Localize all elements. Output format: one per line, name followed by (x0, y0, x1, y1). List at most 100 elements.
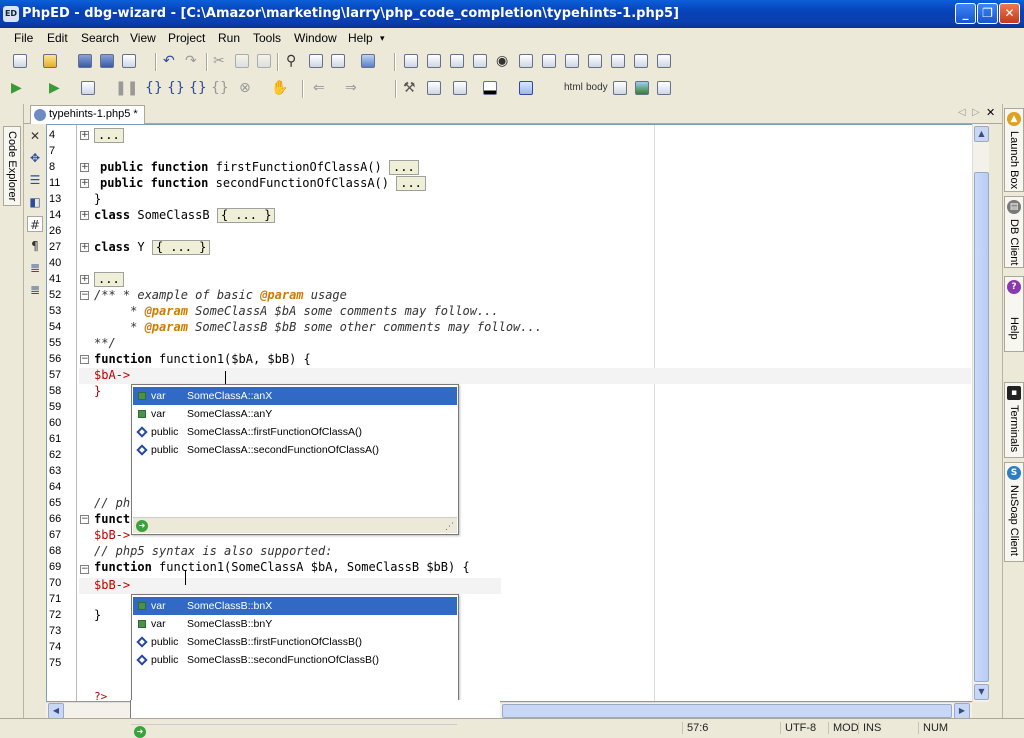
copy-icon[interactable] (234, 53, 250, 69)
menu-chevron-icon[interactable]: ▾ (380, 33, 385, 44)
fold-plus-icon[interactable]: + (80, 275, 89, 284)
run-to-cursor-icon[interactable]: {} (210, 80, 229, 96)
code-completion-popup[interactable]: var SomeClassA::anX var SomeClassA::anY … (131, 384, 459, 535)
list-icon[interactable]: ☰ (27, 172, 43, 188)
collapsed-block[interactable]: { ... } (151, 240, 211, 255)
completion-item[interactable]: var SomeClassB::bnY (133, 615, 457, 633)
redo-icon[interactable]: ↷ (184, 53, 200, 69)
completion-item[interactable]: var SomeClassB::bnX (133, 597, 457, 615)
html-tool-7-icon[interactable] (541, 53, 557, 69)
terminals-tab[interactable]: ▪ Terminals (1004, 382, 1024, 458)
completion-item[interactable]: public SomeClassB::secondFunctionOfClass… (133, 651, 457, 669)
find-icon[interactable]: ⚲ (285, 53, 301, 69)
fold-minus-icon[interactable]: − (80, 565, 89, 574)
html-tag-button[interactable]: html (564, 82, 583, 93)
tab-next-icon[interactable]: ▷ (972, 107, 980, 118)
fold-minus-icon[interactable]: − (80, 291, 89, 300)
menu-view[interactable]: View (130, 31, 156, 45)
completion-item[interactable]: public SomeClassA::secondFunctionOfClass… (133, 441, 457, 459)
html-tool-8-icon[interactable] (564, 53, 580, 69)
line-numbers-icon[interactable]: # (27, 216, 43, 232)
replace-icon[interactable] (330, 53, 346, 69)
menu-project[interactable]: Project (168, 31, 205, 45)
forward-icon[interactable]: ⇒ (344, 80, 360, 96)
pause-icon[interactable]: ❚❚ (114, 80, 138, 96)
fold-plus-icon[interactable]: + (80, 211, 89, 220)
scroll-right-icon[interactable]: ▶ (954, 703, 970, 719)
expand-icon[interactable]: ✥ (27, 150, 43, 166)
html-tool-6-icon[interactable] (518, 53, 534, 69)
collapsed-block[interactable]: ... (396, 176, 426, 191)
scroll-thumb[interactable] (974, 172, 989, 682)
step-over-icon[interactable]: {} (166, 80, 185, 96)
tools-icon[interactable]: ⚒ (402, 80, 418, 96)
fold-minus-icon[interactable]: − (80, 355, 89, 364)
menu-run[interactable]: Run (218, 31, 240, 45)
html-tool-11-icon[interactable] (633, 53, 649, 69)
cut-icon[interactable]: ✂ (212, 53, 228, 69)
help-tab[interactable]: ? Help (1004, 276, 1024, 352)
menu-file[interactable]: File (14, 31, 33, 45)
launch-box-tab[interactable]: ▲ Launch Box (1004, 108, 1024, 192)
image-icon[interactable] (634, 80, 650, 96)
find-files-icon[interactable] (308, 53, 324, 69)
menu-window[interactable]: Window (294, 31, 337, 45)
save-all-icon[interactable] (99, 53, 115, 69)
scroll-up-icon[interactable]: ▲ (974, 126, 989, 142)
fold-minus-icon[interactable]: − (80, 515, 89, 524)
maximize-button[interactable]: ❐ (977, 3, 998, 24)
radio-icon[interactable]: ◉ (495, 53, 511, 69)
completion-item[interactable]: var SomeClassA::anY (133, 405, 457, 423)
menu-tools[interactable]: Tools (253, 31, 281, 45)
undo-icon[interactable]: ↶ (162, 53, 178, 69)
html-tool-10-icon[interactable] (610, 53, 626, 69)
scroll-left-icon[interactable]: ◀ (48, 703, 64, 719)
html-tool-3-icon[interactable] (449, 53, 465, 69)
tab-close-icon[interactable]: ✕ (986, 106, 995, 119)
html-tool-4-icon[interactable] (472, 53, 488, 69)
fold-plus-icon[interactable]: + (80, 243, 89, 252)
close-panel-icon[interactable]: ✕ (27, 128, 43, 144)
completion-item[interactable]: public SomeClassB::firstFunctionOfClassB… (133, 633, 457, 651)
hscroll-thumb[interactable] (502, 704, 952, 718)
menu-edit[interactable]: Edit (47, 31, 68, 45)
resize-grip-icon[interactable]: ⋰ (445, 522, 454, 532)
vertical-scrollbar[interactable]: ▲ ▼ (972, 124, 989, 702)
collapsed-block[interactable]: ... (94, 272, 124, 287)
fold-plus-icon[interactable]: + (80, 163, 89, 172)
minimize-button[interactable]: _ (955, 3, 976, 24)
html-tool-9-icon[interactable] (587, 53, 603, 69)
tab-prev-icon[interactable]: ◁ (958, 107, 966, 118)
tab-typehints[interactable]: typehints-1.php5 * (30, 105, 145, 124)
go-icon[interactable]: ➜ (134, 726, 146, 738)
menu-help[interactable]: Help (348, 31, 373, 45)
paste-icon[interactable] (256, 53, 272, 69)
collapsed-block[interactable]: ... (389, 160, 419, 175)
bookmark-icon[interactable]: ◧ (27, 194, 43, 210)
back-icon[interactable]: ⇐ (312, 80, 328, 96)
code-explorer-tab[interactable]: Code Explorer (3, 126, 21, 206)
fold-plus-icon[interactable]: + (80, 179, 89, 188)
html-tool-12-icon[interactable] (656, 53, 672, 69)
open-file-icon[interactable] (42, 53, 58, 69)
shape-tool-icon[interactable] (452, 80, 468, 96)
body-tag-button[interactable]: body (586, 82, 608, 93)
close-button[interactable]: ✕ (999, 3, 1020, 24)
go-icon[interactable]: ➜ (136, 520, 148, 532)
code-completion-icon[interactable] (518, 80, 534, 96)
run-icon[interactable]: ▶ (10, 80, 26, 96)
new-file-icon[interactable] (12, 53, 28, 69)
debug-run-icon[interactable]: ▶ (48, 80, 64, 96)
color-picker-icon[interactable] (482, 80, 498, 96)
pilcrow-icon[interactable]: ¶ (27, 238, 43, 254)
collapsed-block[interactable]: { ... } (216, 208, 276, 223)
code-editor[interactable]: 4 7 8 11 13 14 26 27 40 41 52 53 54 55 5… (46, 124, 988, 738)
hand-icon[interactable]: ✋ (270, 80, 288, 96)
step-icon[interactable] (80, 80, 96, 96)
menu-search[interactable]: Search (81, 31, 119, 45)
save-icon[interactable] (77, 53, 93, 69)
collapsed-block[interactable]: ... (94, 128, 124, 143)
monitor-icon[interactable] (360, 53, 376, 69)
completion-item[interactable]: public SomeClassA::firstFunctionOfClassA… (133, 423, 457, 441)
html-tool-1-icon[interactable] (403, 53, 419, 69)
